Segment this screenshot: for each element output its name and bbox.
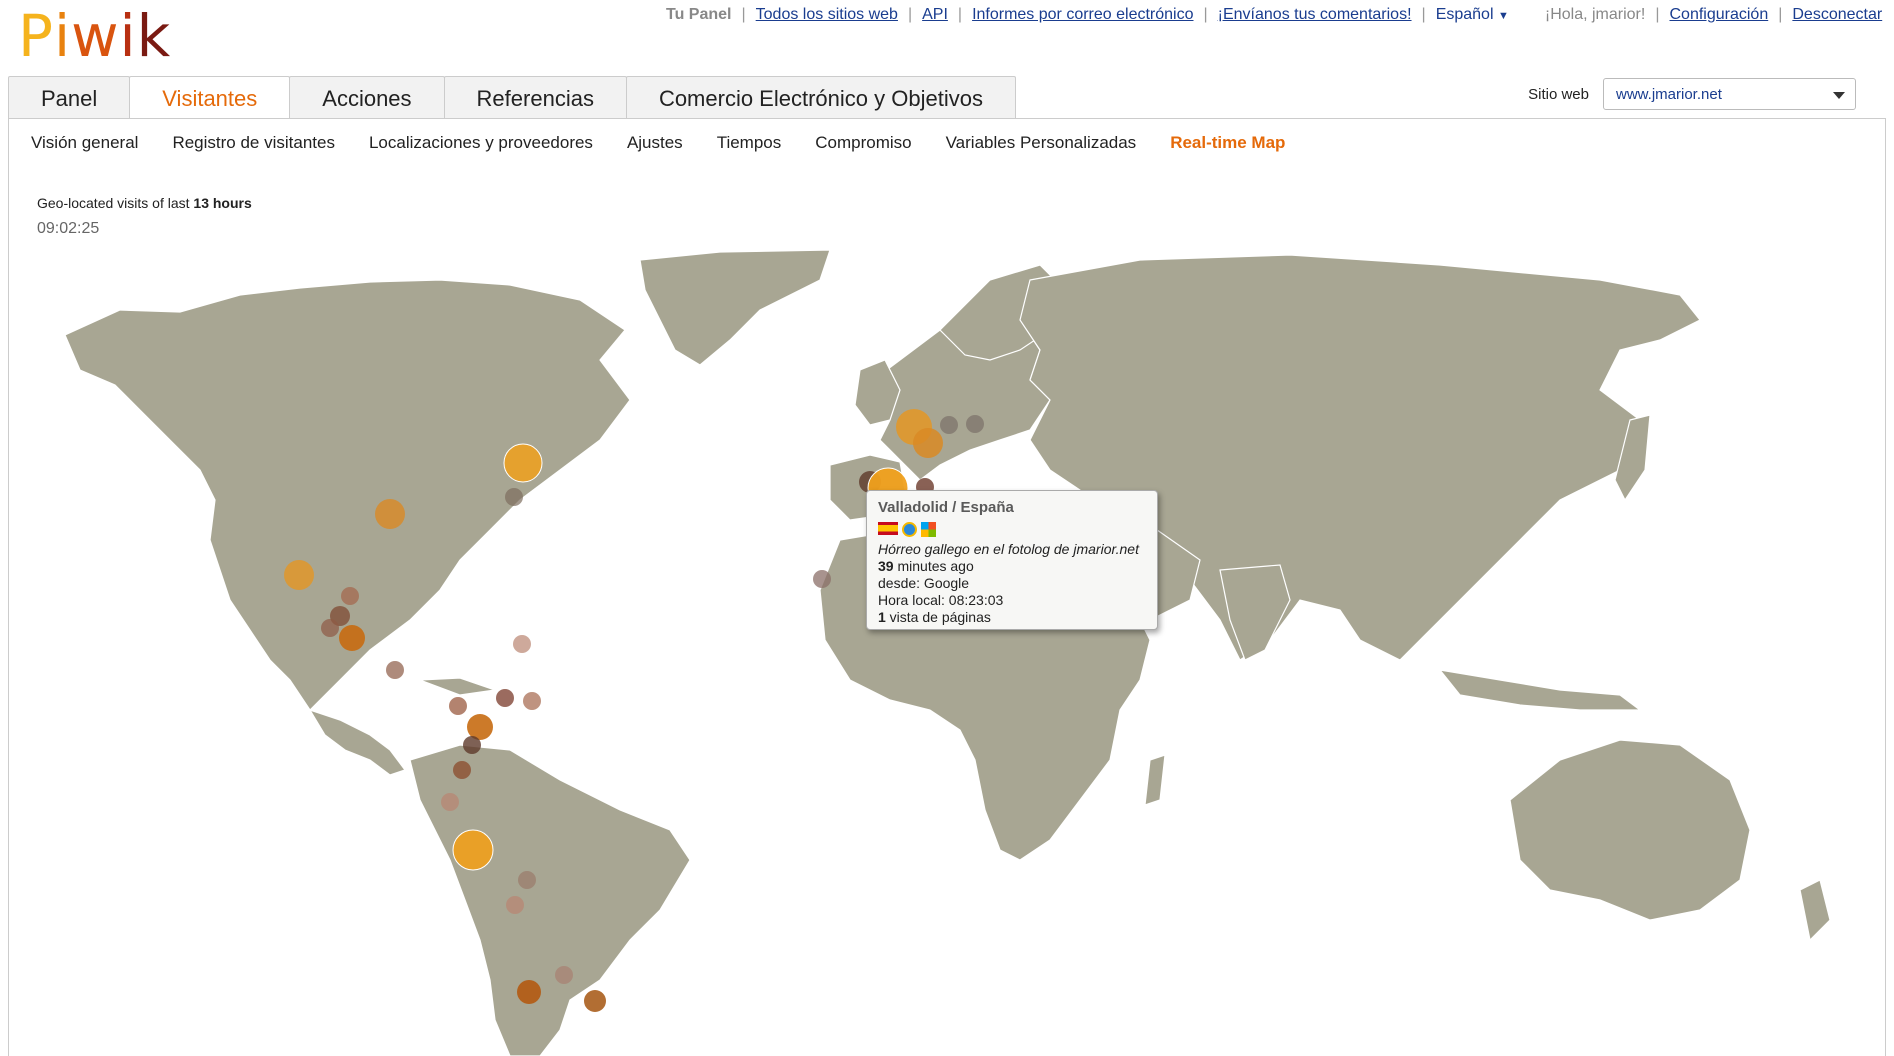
all-websites-link[interactable]: Todos los sitios web: [756, 6, 898, 24]
visit-marker: [321, 619, 339, 637]
greenland: [639, 249, 831, 366]
land-masses: [64, 249, 1831, 1056]
visit-marker: [449, 697, 467, 715]
tab-panel[interactable]: Panel: [8, 76, 131, 119]
browser-icon: [902, 522, 917, 537]
visit-marker: [441, 793, 459, 811]
site-selector-label: Sitio web: [1528, 85, 1589, 103]
visit-marker: [463, 736, 481, 754]
logo-letter: P: [18, 2, 54, 70]
top-navigation: Tu Panel | Todos los sitios web | API | Inform…: [666, 6, 1883, 24]
visit-marker: [386, 661, 404, 679]
visit-marker: [940, 416, 958, 434]
subtab-variables[interactable]: Variables Personalizadas: [930, 133, 1153, 153]
site-dropdown-value: www.jmarior.net: [1616, 86, 1722, 103]
visit-tooltip: Valladolid / España Hórreo gallego en el…: [866, 490, 1158, 630]
visit-marker: [284, 560, 314, 590]
visit-marker: [513, 635, 531, 653]
greeting: ¡Hola, jmarior!: [1544, 6, 1646, 23]
india: [1219, 564, 1291, 661]
email-reports-link[interactable]: Informes por correo electrónico: [972, 6, 1193, 24]
tab-referencias[interactable]: Referencias: [443, 76, 627, 119]
new-zealand: [1799, 879, 1831, 942]
sub-tabs: Visión general Registro de visitantes Lo…: [8, 118, 1886, 168]
visit-marker: [913, 428, 943, 458]
tooltip-time-ago: 39 minutes ago: [878, 558, 974, 574]
visit-marker: [452, 829, 494, 871]
api-link[interactable]: API: [922, 6, 948, 24]
chevron-down-icon: [1833, 92, 1845, 99]
language-selector[interactable]: Español ▼: [1436, 6, 1509, 24]
geo-prefix: Geo-located visits of last: [37, 195, 190, 211]
visit-marker: [375, 499, 405, 529]
feedback-link[interactable]: ¡Envíanos tus comentarios!: [1218, 6, 1412, 24]
visit-marker: [341, 587, 359, 605]
subtab-tiempos[interactable]: Tiempos: [701, 133, 798, 153]
spain-flag-icon: [878, 522, 898, 535]
visit-marker: [339, 625, 365, 651]
madagascar: [1144, 754, 1166, 806]
subtab-compromiso[interactable]: Compromiso: [799, 133, 927, 153]
south-america: [409, 744, 691, 1056]
tooltip-page-title: Hórreo gallego en el fotolog de jmarior.…: [878, 541, 1139, 557]
visit-marker: [555, 966, 573, 984]
language-label: Español: [1435, 6, 1494, 23]
settings-link[interactable]: Configuración: [1669, 6, 1768, 24]
australia: [1509, 739, 1751, 921]
tooltip-pageviews: 1 vista de páginas: [878, 609, 991, 625]
visit-marker: [505, 488, 523, 506]
visit-marker: [584, 990, 606, 1012]
caret-down-icon: ▼: [1497, 10, 1509, 22]
visit-marker: [453, 761, 471, 779]
realtime-clock: 09:02:25: [37, 220, 100, 237]
central-america: [308, 708, 406, 776]
logout-link[interactable]: Desconectar: [1792, 6, 1882, 24]
geo-hours: 13 hours: [193, 195, 252, 211]
tab-comercio[interactable]: Comercio Electrónico y Objetivos: [625, 76, 1016, 119]
tab-acciones[interactable]: Acciones: [289, 76, 445, 119]
tooltip-city: Valladolid / España: [878, 499, 1014, 516]
world-map[interactable]: [40, 240, 1840, 1056]
visit-marker: [506, 896, 524, 914]
tab-visitantes[interactable]: Visitantes: [129, 76, 291, 120]
tooltip-referrer: desde: Google: [878, 575, 970, 591]
caribbean: [419, 677, 496, 696]
tooltip-icons: [878, 522, 1146, 537]
piwik-logo[interactable]: Piwik: [18, 2, 171, 70]
geo-summary: Geo-located visits of last 13 hours: [37, 195, 252, 211]
visit-marker: [523, 692, 541, 710]
visit-marker: [813, 570, 831, 588]
visit-marker: [966, 415, 984, 433]
tu-panel-link[interactable]: Tu Panel: [666, 6, 732, 24]
tooltip-local-time: Hora local: 08:23:03: [878, 592, 1004, 608]
windows-os-icon: [921, 522, 936, 537]
visit-marker: [518, 871, 536, 889]
site-dropdown[interactable]: www.jmarior.net: [1603, 78, 1856, 110]
subtab-ajustes[interactable]: Ajustes: [611, 133, 699, 153]
subtab-realtime-map[interactable]: Real-time Map: [1154, 133, 1301, 153]
visit-marker: [503, 443, 543, 483]
subtab-registro-visitantes[interactable]: Registro de visitantes: [156, 133, 351, 153]
visit-marker: [496, 689, 514, 707]
main-tabs: Panel Visitantes Acciones Referencias Co…: [8, 76, 1016, 120]
subtab-localizaciones[interactable]: Localizaciones y proveedores: [353, 133, 609, 153]
visit-marker: [517, 980, 541, 1004]
subtab-vision-general[interactable]: Visión general: [15, 133, 154, 153]
site-selector: Sitio web www.jmarior.net: [1528, 78, 1856, 110]
indonesia: [1438, 669, 1642, 711]
